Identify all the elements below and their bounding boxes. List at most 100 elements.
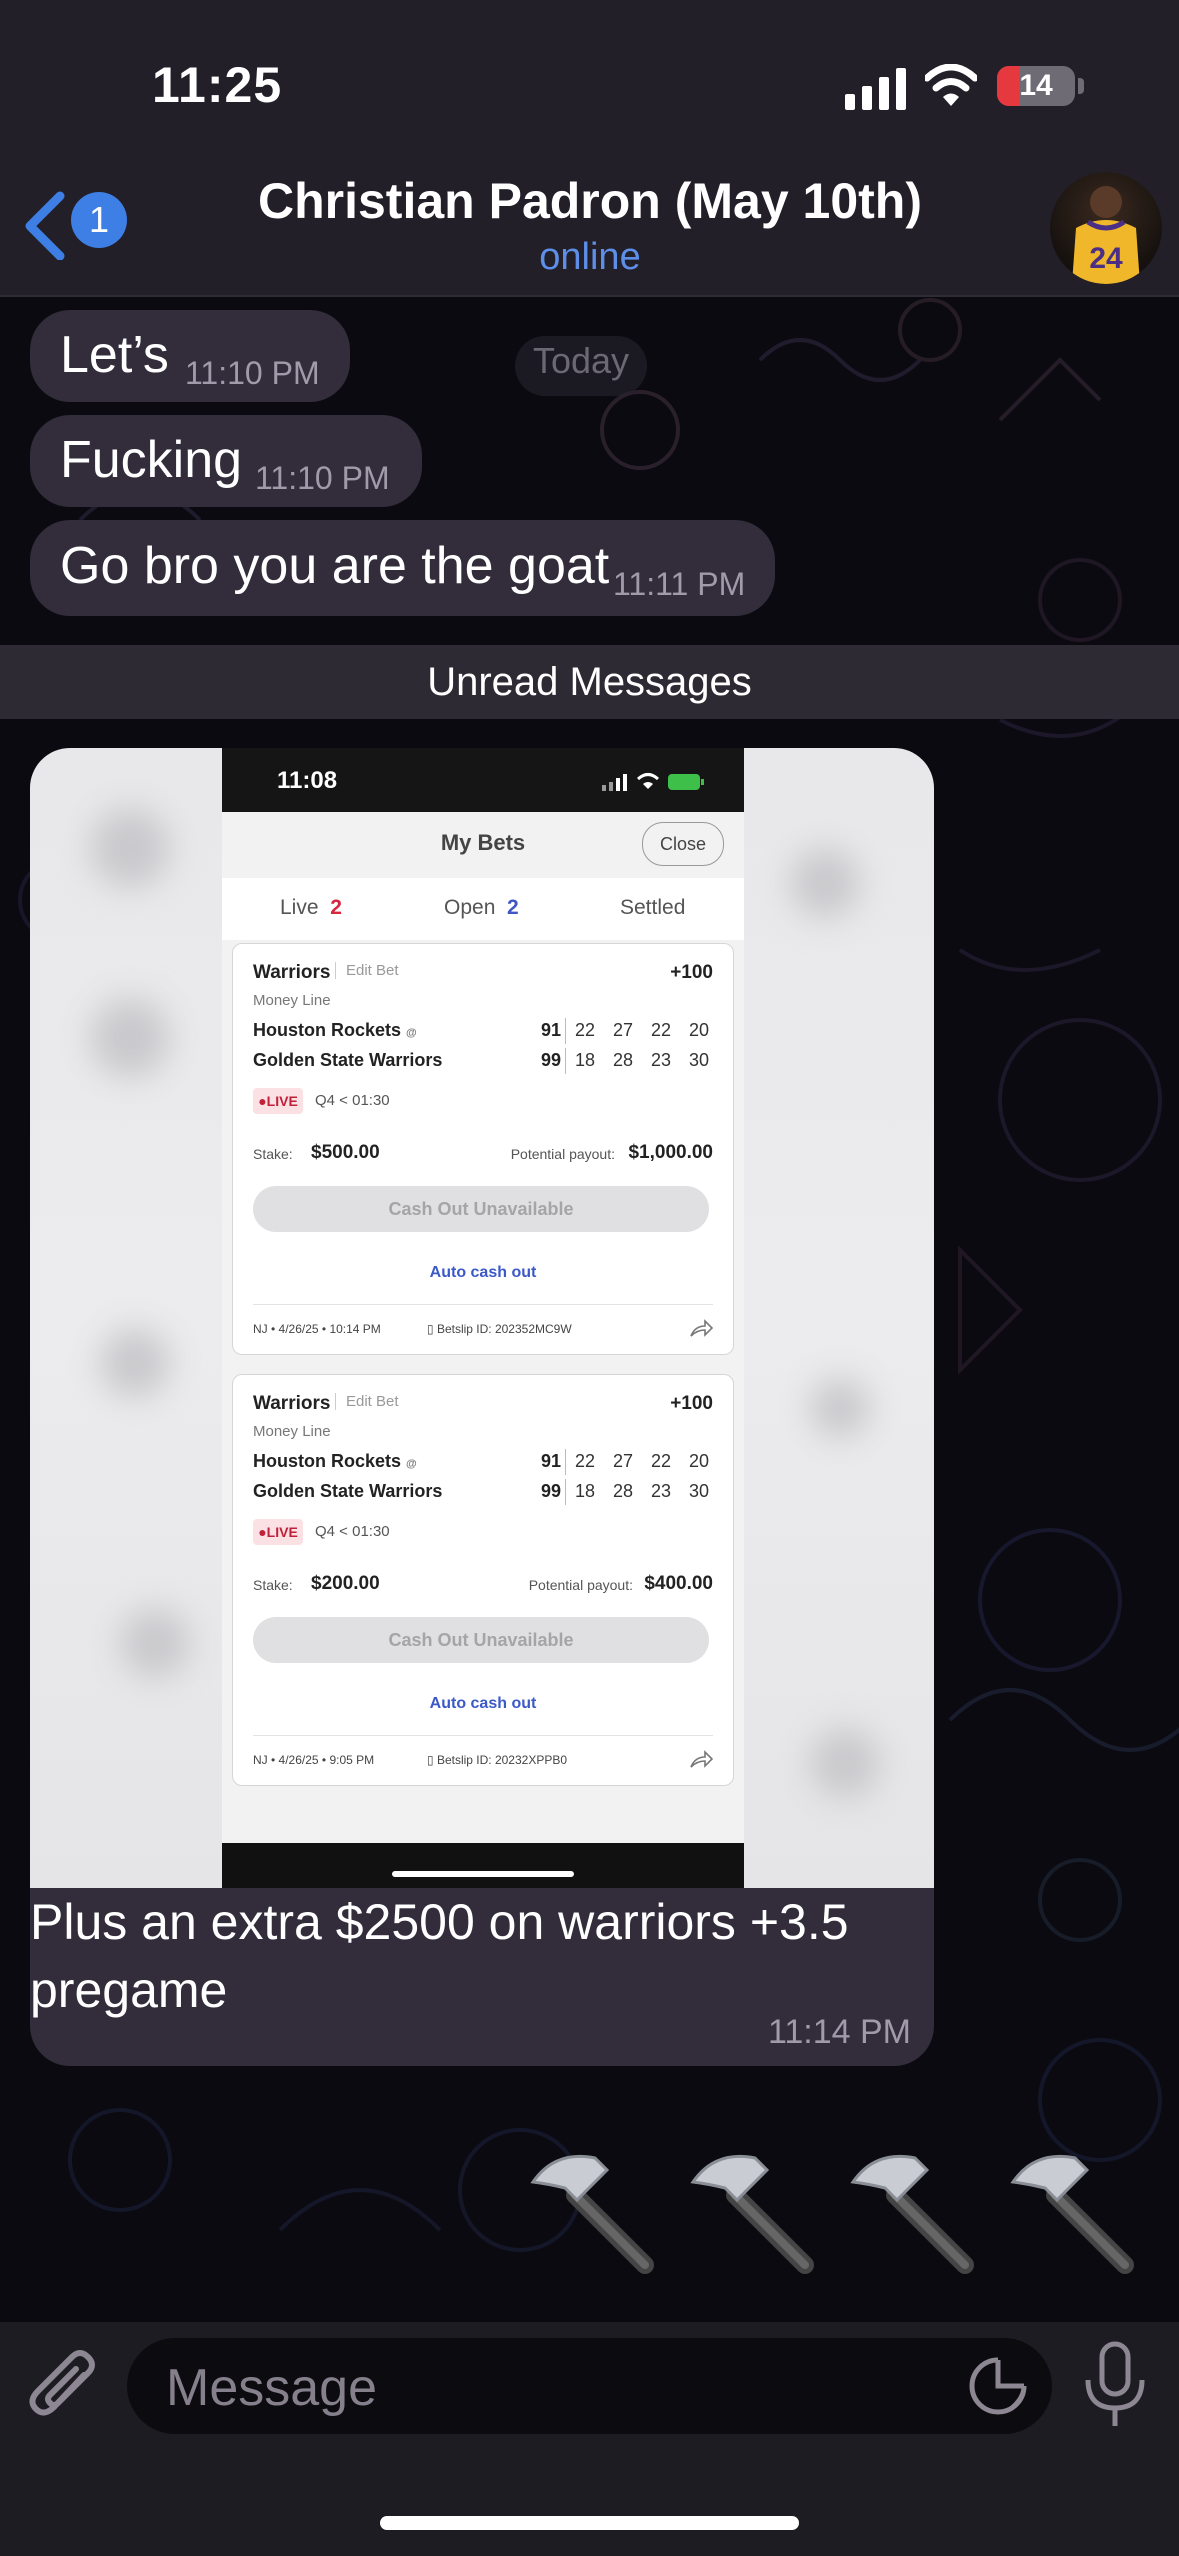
avatar-jersey-icon: 24 (1072, 186, 1140, 284)
bet-odds: +100 (670, 962, 713, 983)
message-text: Let’s (60, 326, 169, 384)
away-q2: 27 (613, 1020, 634, 1040)
auto-cash-out-link: Auto cash out (429, 1264, 537, 1281)
hammer-icon[interactable] (995, 2140, 1145, 2290)
tab-live: Live 2 (280, 896, 342, 919)
bet-footer: NJ • 4/26/25 • 9:05 PM (253, 1753, 375, 1767)
home-q1: 18 (575, 1481, 596, 1501)
battery-tip (1078, 78, 1084, 94)
signal-icon (845, 68, 906, 110)
bet-screenshot[interactable]: 11:08 My Bets Close Live 2 Open 2 Settle… (222, 748, 744, 1888)
hammer-icon[interactable] (515, 2140, 665, 2290)
game-clock: Q4 < 01:30 (315, 1092, 390, 1109)
away-q3: 22 (651, 1020, 672, 1040)
share-icon (690, 1750, 713, 1768)
home-indicator (380, 2516, 799, 2530)
contact-name[interactable]: Christian Padron (May 10th) (200, 172, 980, 230)
bet-odds: +100 (670, 1393, 713, 1414)
live-badge: ●LIVE (253, 1519, 303, 1545)
message-text: Fucking (60, 431, 243, 489)
battery-icon: 14 (997, 66, 1075, 106)
betslip-id: ▯ Betslip ID: 20232XPPB0 (427, 1753, 568, 1767)
game-clock: Q4 < 01:30 (315, 1523, 390, 1540)
svg-text:24: 24 (1089, 242, 1123, 275)
unread-divider: Unread Messages (0, 645, 1179, 719)
unread-divider-label: Unread Messages (427, 660, 752, 704)
hammer-icon[interactable] (675, 2140, 825, 2290)
away-q2: 27 (613, 1451, 634, 1471)
edit-bet: Edit Bet (335, 1393, 399, 1410)
screenshot-time: 11:08 (277, 767, 338, 794)
home-team: Golden State Warriors (253, 1481, 443, 1501)
bet-footer: NJ • 4/26/25 • 10:14 PM (253, 1322, 381, 1336)
home-q2: 28 (613, 1050, 634, 1070)
home-q4: 30 (689, 1481, 710, 1501)
bet-card: Warriors Edit Bet +100 Money Line Housto… (232, 943, 734, 1355)
microphone-icon[interactable] (1082, 2340, 1148, 2432)
home-team: Golden State Warriors (253, 1050, 443, 1070)
payout-label: Potential payout: (528, 1577, 633, 1593)
contact-status: online (539, 236, 641, 278)
message-time: 11:10 PM (255, 460, 390, 496)
away-team: Houston Rockets @ (253, 1020, 417, 1040)
away-q4: 20 (689, 1451, 710, 1471)
home-q4: 30 (689, 1050, 710, 1070)
home-q3: 23 (651, 1050, 672, 1070)
battery-level: 14 (1019, 69, 1053, 102)
screenshot-status-bar: 11:08 (222, 748, 744, 812)
screenshot-tabs: Live 2 Open 2 Settled (222, 878, 744, 940)
bet-market: Money Line (253, 992, 331, 1009)
away-total: 91 (540, 1451, 561, 1471)
tab-open: Open 2 (444, 896, 519, 919)
home-total: 99 (540, 1481, 561, 1501)
media-caption: Plus an extra $2500 on warriors +3.5 pre… (30, 1894, 849, 2018)
stake-label: Stake: (253, 1577, 293, 1593)
stake-value: $500.00 (311, 1142, 380, 1163)
screenshot-header: My Bets Close (222, 812, 744, 879)
home-q2: 28 (613, 1481, 634, 1501)
away-q1: 22 (575, 1020, 596, 1040)
home-q3: 23 (651, 1481, 672, 1501)
home-q1: 18 (575, 1050, 596, 1070)
stake-value: $200.00 (311, 1573, 380, 1594)
edit-bet: Edit Bet (335, 962, 399, 979)
screenshot-status-icons (602, 773, 704, 791)
away-team: Houston Rockets @ (253, 1451, 417, 1471)
unread-count-badge: 1 (71, 192, 127, 248)
screenshot-close-button: Close (642, 822, 724, 866)
away-total: 91 (540, 1020, 561, 1040)
bet-card: Warriors Edit Bet +100 Money Line Housto… (232, 1374, 734, 1786)
contact-avatar[interactable]: 24 (1050, 172, 1162, 284)
message-time: 11:14 PM (768, 2013, 912, 2051)
betslip-id: ▯ Betslip ID: 202352MC9W (427, 1322, 572, 1336)
live-badge: ●LIVE (253, 1088, 303, 1114)
tab-settled: Settled (620, 896, 686, 919)
away-q1: 22 (575, 1451, 596, 1471)
screenshot-home-indicator (222, 1843, 744, 1888)
message-input-placeholder: Message (166, 2359, 377, 2417)
payout-label: Potential payout: (510, 1146, 615, 1162)
payout-value: $1,000.00 (628, 1142, 713, 1163)
paperclip-icon[interactable] (28, 2345, 100, 2431)
wifi-icon (925, 64, 977, 106)
away-q3: 22 (651, 1451, 672, 1471)
cash-out-button: Cash Out Unavailable (253, 1186, 709, 1232)
payout-value: $400.00 (644, 1573, 713, 1594)
media-message-bubble[interactable]: 11:08 My Bets Close Live 2 Open 2 Settle… (30, 748, 934, 2066)
bet-market: Money Line (253, 1423, 331, 1440)
away-q4: 20 (689, 1020, 710, 1040)
message-time: 11:10 PM (185, 355, 320, 391)
cash-out-button: Cash Out Unavailable (253, 1617, 709, 1663)
bet-team: Warriors (253, 1393, 331, 1414)
message-text: Go bro you are the goat (60, 537, 610, 595)
status-time: 11:25 (152, 57, 283, 113)
chevron-left-icon (25, 191, 65, 260)
date-pill: Today (532, 340, 630, 381)
bet-team: Warriors (253, 962, 331, 983)
share-icon (690, 1319, 713, 1337)
stake-label: Stake: (253, 1146, 293, 1162)
home-total: 99 (540, 1050, 561, 1070)
hammer-icon[interactable] (835, 2140, 985, 2290)
message-time: 11:11 PM (613, 566, 746, 602)
sticker-icon[interactable] (968, 2356, 1028, 2416)
